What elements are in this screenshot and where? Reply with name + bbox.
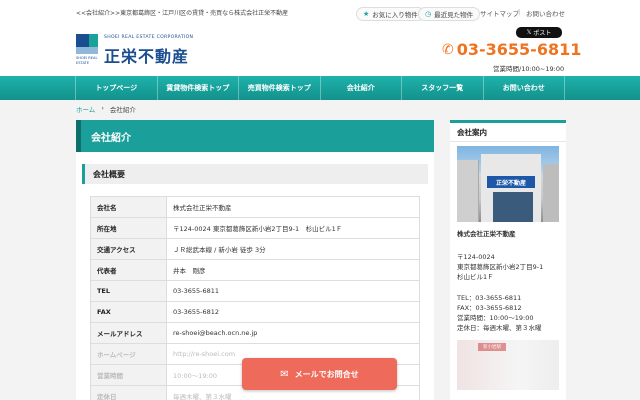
business-hours: 営業時間/10:00~19:00 bbox=[493, 65, 565, 73]
sidebar-zip: 〒124-0024 bbox=[457, 253, 495, 261]
sidebar-address-line2: 杉山ビル1Ｆ bbox=[457, 273, 494, 281]
table-row: 交通アクセス ＪＲ総武本線 / 新小岩 徒歩 3分 bbox=[90, 238, 420, 260]
sidebar-fax: FAX：03-3655-6812 bbox=[457, 304, 522, 312]
row-key: 代表者 bbox=[90, 259, 167, 281]
row-key: 会社名 bbox=[90, 196, 167, 218]
sidebar-address-line1: 東京都葛飾区新小岩2丁目9-1 bbox=[457, 263, 544, 271]
nav-item-top[interactable]: トップページ bbox=[75, 76, 157, 100]
table-row: TEL 03-3655-6811 bbox=[90, 280, 420, 302]
sidebar-hours: 営業時間：10:00～19:00 bbox=[457, 314, 534, 322]
mail-contact-button[interactable]: ✉ メールでお問合せ bbox=[242, 358, 397, 390]
table-row: 代表者 井本 剛彦 bbox=[90, 259, 420, 281]
row-key: 定休日 bbox=[90, 385, 167, 400]
row-value: ＪＲ総武本線 / 新小岩 徒歩 3分 bbox=[166, 238, 420, 260]
favorites-button[interactable]: ★ お気に入り物件 bbox=[356, 7, 425, 21]
nav-item-staff[interactable]: スタッフ一覧 bbox=[401, 76, 483, 100]
clock-icon: ◷ bbox=[425, 10, 432, 18]
row-value: 井本 剛彦 bbox=[166, 259, 420, 281]
row-key: 所在地 bbox=[90, 217, 167, 239]
logo-mark[interactable] bbox=[76, 34, 98, 54]
x-logo-icon: 𝕏 bbox=[526, 29, 532, 36]
favorites-label: お気に入り物件 bbox=[372, 11, 418, 19]
sidebar-title: 会社案内 bbox=[450, 120, 566, 142]
logo-subtext: SHOEI REAL ESTATE bbox=[76, 56, 98, 65]
row-key: FAX bbox=[90, 301, 167, 323]
sidebar-map-thumbnail bbox=[457, 340, 559, 390]
header-contact-link[interactable]: お問い合わせ bbox=[526, 8, 565, 18]
page-title: 会社紹介 bbox=[76, 120, 434, 152]
nav-item-sale-search[interactable]: 売買物件検索トップ bbox=[238, 76, 320, 100]
logo-japanese[interactable]: 正栄不動産 bbox=[104, 43, 189, 67]
storefront-photo: 正栄不動産 bbox=[457, 146, 559, 222]
phone-number[interactable]: ✆ 03-3655-6811 bbox=[442, 40, 581, 59]
section-heading: 会社概要 bbox=[82, 164, 428, 184]
global-nav: トップページ 賃貸物件検索トップ 売買物件検索トップ 会社紹介 スタッフ一覧 お… bbox=[0, 76, 640, 100]
table-row: メールアドレス re-shoei@beach.ocn.ne.jp bbox=[90, 322, 420, 344]
mail-contact-label: メールでお問合せ bbox=[294, 369, 359, 379]
util-separator: | bbox=[518, 8, 521, 16]
phone-number-text: 03-3655-6811 bbox=[456, 40, 582, 59]
row-key: 営業時間 bbox=[90, 364, 167, 386]
row-value: 株式会社正栄不動産 bbox=[166, 196, 420, 218]
row-key: 交通アクセス bbox=[90, 238, 167, 260]
sidebar-holiday: 定休日：毎週木曜、第３水曜 bbox=[457, 324, 542, 332]
sidebar-tel: TEL：03-3655-6811 bbox=[457, 294, 522, 302]
sidebar-company-name: 株式会社正栄不動産 bbox=[457, 230, 516, 238]
sidebar-company-card: 会社案内 正栄不動産 株式会社正栄不動産 〒124-0024 東京都葛飾区新小岩… bbox=[450, 120, 566, 400]
breadcrumb-current: 会社紹介 bbox=[109, 106, 136, 114]
row-value: 〒124-0024 東京都葛飾区新小岩2丁目9-1 杉山ビル1Ｆ bbox=[166, 217, 420, 239]
row-key: メールアドレス bbox=[90, 322, 167, 344]
row-value: 03-3655-6812 bbox=[166, 301, 420, 323]
breadcrumb: ホーム › 会社紹介 bbox=[76, 104, 136, 114]
table-row: 所在地 〒124-0024 東京都葛飾区新小岩2丁目9-1 杉山ビル1Ｆ bbox=[90, 217, 420, 239]
storefront-sign: 正栄不動産 bbox=[487, 176, 535, 188]
recent-label: 最近見た物件 bbox=[434, 11, 474, 19]
nav-item-rent-search[interactable]: 賃貸物件検索トップ bbox=[156, 76, 239, 100]
row-value: 03-3655-6811 bbox=[166, 280, 420, 302]
recent-button[interactable]: ◷ 最近見た物件 bbox=[418, 7, 481, 21]
sidebar-station-badge: 新小岩駅 bbox=[478, 343, 506, 351]
mail-icon: ✉ bbox=[280, 368, 289, 380]
table-row: 会社名 株式会社正栄不動産 bbox=[90, 196, 420, 218]
table-row: FAX 03-3655-6812 bbox=[90, 301, 420, 323]
row-key: ホームページ bbox=[90, 343, 167, 365]
row-value[interactable]: re-shoei@beach.ocn.ne.jp bbox=[166, 322, 420, 344]
breadcrumb-separator: › bbox=[101, 104, 104, 112]
row-key: TEL bbox=[90, 280, 167, 302]
phone-icon: ✆ bbox=[442, 41, 454, 58]
site-header: <<会社紹介>>東京都葛飾区・江戸川区の賃貸・売買なら株式会社正栄不動産 ★ お… bbox=[0, 0, 640, 76]
nav-item-contact[interactable]: お問い合わせ bbox=[482, 76, 565, 100]
nav-item-company[interactable]: 会社紹介 bbox=[319, 76, 402, 100]
header-tagline: <<会社紹介>>東京都葛飾区・江戸川区の賃貸・売買なら株式会社正栄不動産 bbox=[76, 10, 289, 17]
sitemap-link[interactable]: サイトマップ bbox=[480, 8, 519, 18]
logo-english: SHOEI REAL ESTATE CORPORATION bbox=[104, 35, 194, 40]
x-post-button[interactable]: 𝕏 ポスト bbox=[516, 27, 562, 38]
x-post-label: ポスト bbox=[533, 30, 552, 37]
star-icon: ★ bbox=[363, 10, 370, 18]
breadcrumb-home[interactable]: ホーム bbox=[76, 104, 95, 114]
